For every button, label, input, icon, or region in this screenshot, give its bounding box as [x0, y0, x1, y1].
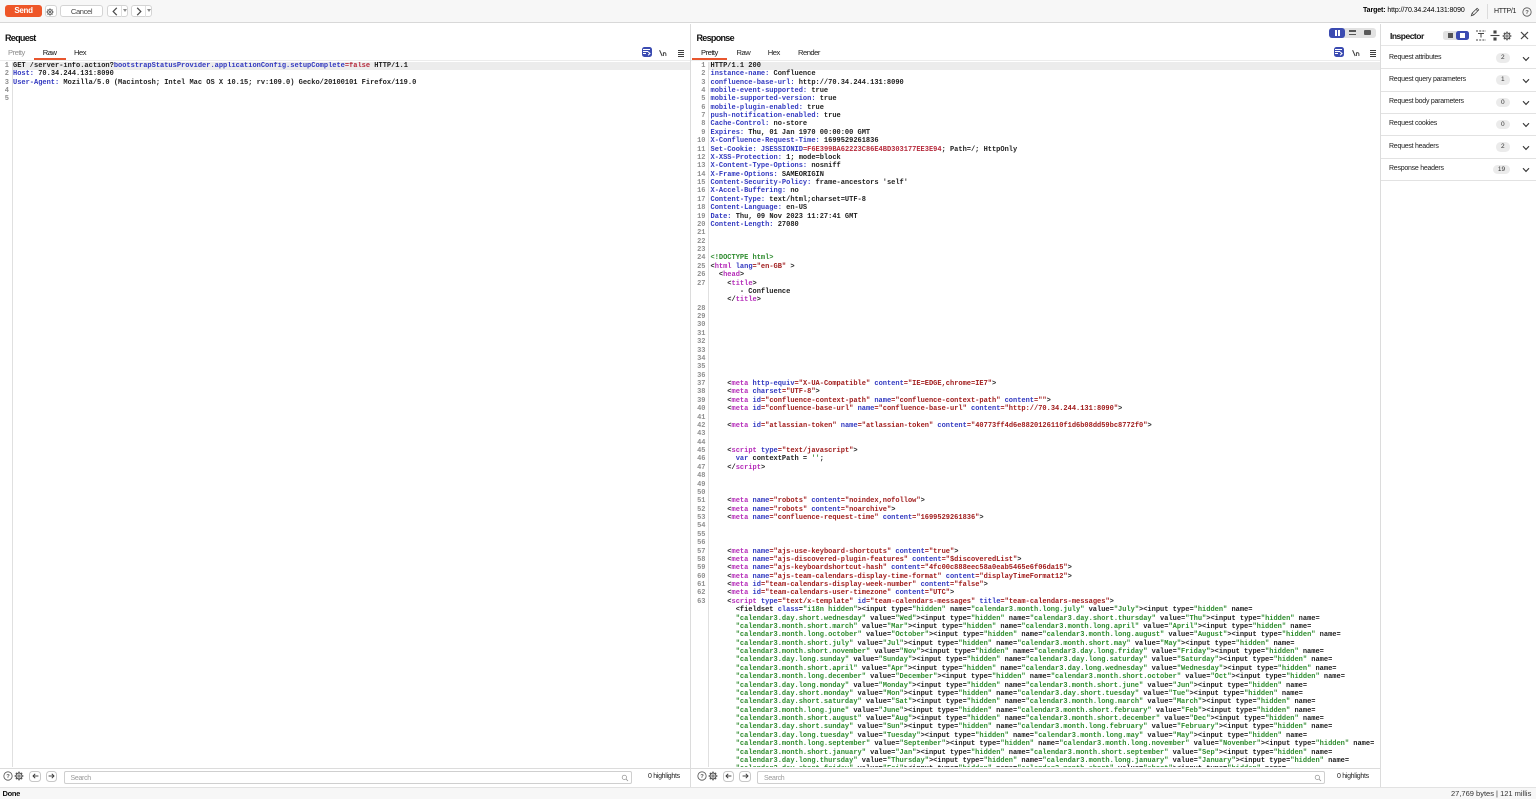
svg-text:?: ?: [6, 774, 10, 780]
svg-text:?: ?: [1525, 10, 1529, 16]
svg-text:?: ?: [700, 774, 704, 780]
